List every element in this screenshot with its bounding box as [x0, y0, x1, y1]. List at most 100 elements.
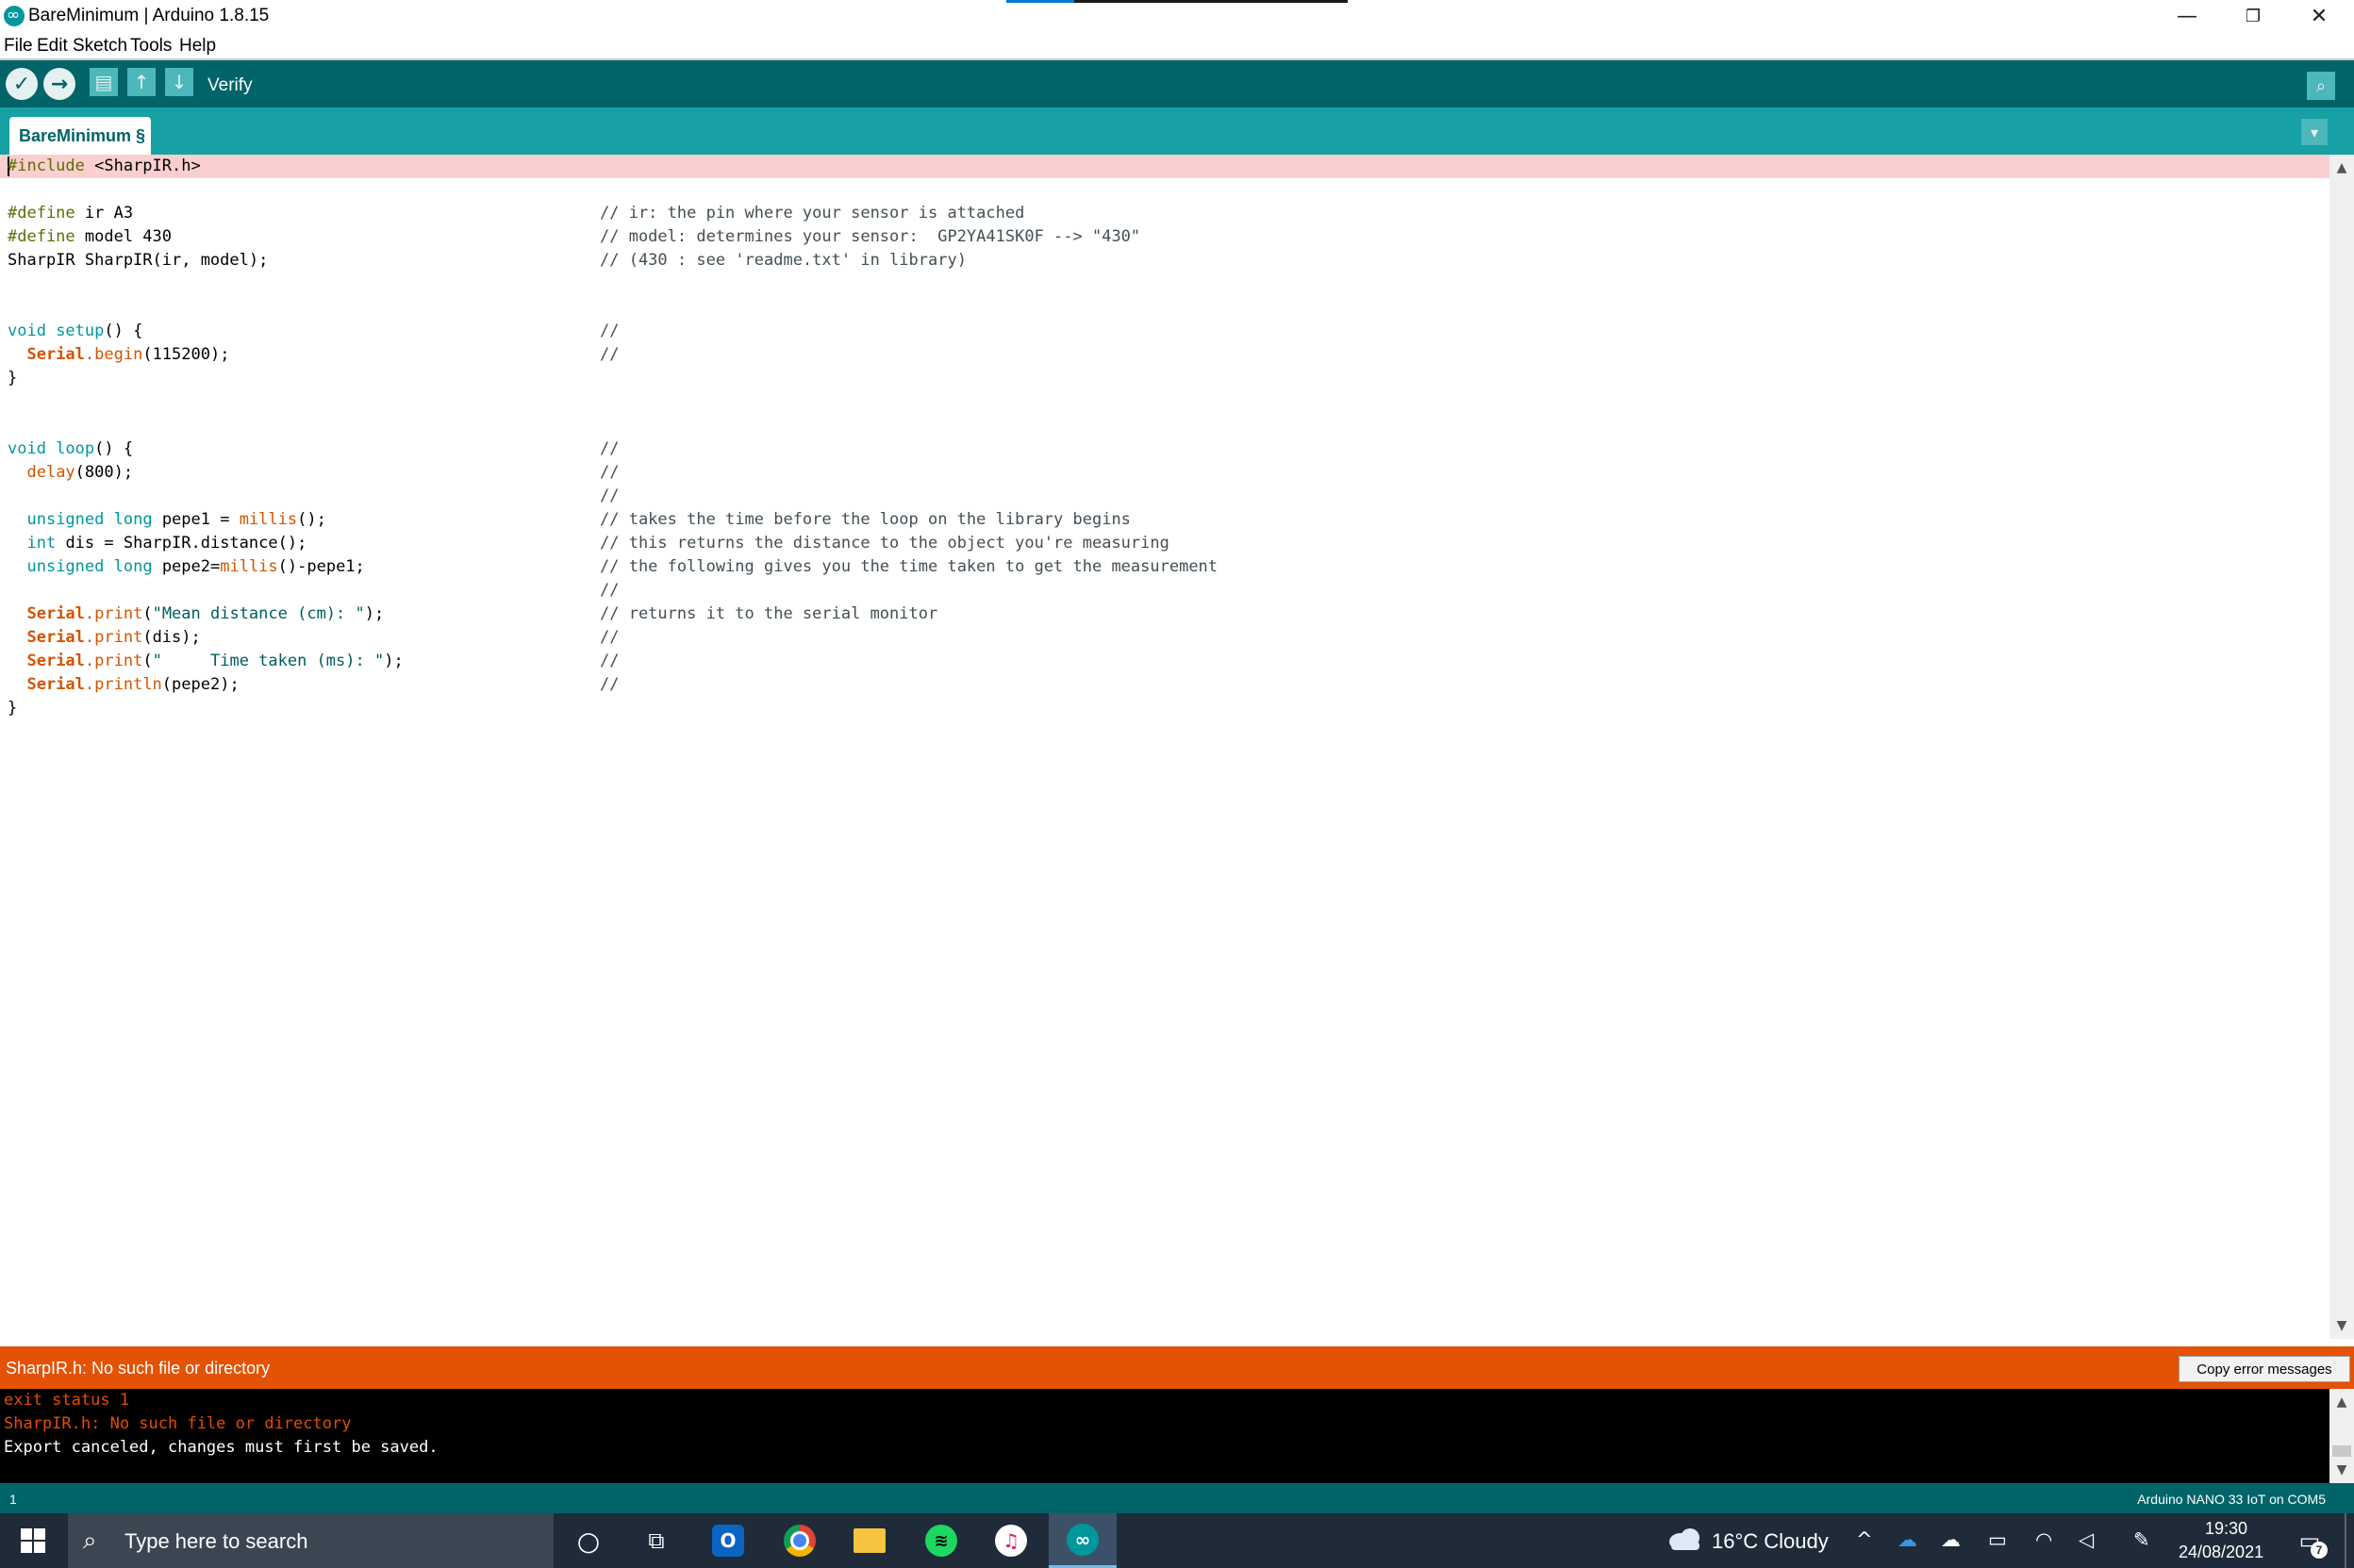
code-line-13: void loop() { — [8, 439, 134, 458]
copy-error-messages-button[interactable]: Copy error messages — [2179, 1356, 2350, 1382]
editor-scrollbar[interactable]: ▲ ▼ — [2329, 155, 2354, 1339]
menu-file[interactable]: File — [4, 36, 33, 57]
code-line-17: int dis = SharpIR.distance(); — [26, 534, 307, 553]
spotify-icon: ≋ — [925, 1525, 957, 1557]
taskbar-itunes[interactable]: ♫ — [977, 1513, 1045, 1568]
notification-count-badge: 7 — [2311, 1542, 2328, 1559]
taskbar-chrome[interactable] — [766, 1513, 834, 1568]
error-bar: SharpIR.h: No such file or directory Cop… — [0, 1346, 2354, 1389]
windows-taskbar: ⌕ Type here to search ○ ⧉ O ≋ ♫ ∞ 16°C C… — [0, 1513, 2354, 1568]
code-comment: // this returns the distance to the obje… — [600, 534, 1169, 553]
console-output[interactable]: exit status 1 SharpIR.h: No such file or… — [0, 1389, 2329, 1483]
title-progress-indicator — [1006, 0, 1074, 3]
scroll-down-icon[interactable]: ▼ — [2329, 1314, 2354, 1337]
code-comment: // — [600, 675, 620, 694]
onedrive-error-cloud-icon[interactable]: ☁ — [1941, 1528, 1961, 1551]
code-line-4: #define model 430 — [8, 227, 173, 246]
code-line-14: delay(800); — [26, 463, 134, 482]
taskbar-search-box[interactable]: ⌕ Type here to search — [68, 1513, 554, 1568]
outlook-icon: O — [712, 1525, 744, 1557]
window-title: BareMinimum | Arduino 1.8.15 — [28, 6, 270, 25]
cortana-circle-icon: ○ — [576, 1525, 601, 1557]
taskbar-arduino[interactable]: ∞ — [1049, 1513, 1117, 1568]
save-button[interactable]: ↓ — [165, 68, 193, 96]
code-editor[interactable]: #include <SharpIR.h> #define ir A3 // ir… — [0, 155, 2329, 1339]
code-comment: // takes the time before the loop on the… — [600, 510, 1131, 529]
pen-icon[interactable]: ✎ — [2133, 1528, 2150, 1551]
close-button[interactable]: ✕ — [2286, 0, 2352, 32]
menu-sketch[interactable]: Sketch — [73, 36, 127, 57]
file-icon: ▤ — [94, 71, 113, 93]
taskbar-file-explorer[interactable] — [836, 1513, 903, 1568]
menu-bar: File Edit Sketch Tools Help — [0, 32, 2354, 60]
toolbar-status-label: Verify — [207, 75, 253, 95]
onedrive-cloud-icon[interactable]: ☁ — [1898, 1528, 1917, 1551]
show-hidden-icons-chevron-icon[interactable]: ^ — [1856, 1528, 1873, 1551]
wifi-icon[interactable]: ◠ — [2035, 1528, 2052, 1551]
restore-button[interactable]: ❐ — [2220, 0, 2286, 32]
weather-label[interactable]: 16°C Cloudy — [1712, 1529, 1829, 1554]
console-line: Export canceled, changes must first be s… — [4, 1438, 439, 1457]
taskbar-spotify[interactable]: ≋ — [907, 1513, 975, 1568]
task-view-button[interactable]: ⧉ — [622, 1513, 690, 1568]
console-scrollbar[interactable]: ▲ ▼ — [2329, 1389, 2354, 1483]
tab-menu-button[interactable]: ▾ — [2301, 119, 2328, 145]
code-comment: // — [600, 628, 620, 647]
error-line-highlight — [0, 155, 2329, 178]
windows-logo-icon — [21, 1528, 45, 1553]
code-comment: // (430 : see 'readme.txt' in library) — [600, 251, 967, 270]
task-view-icon: ⧉ — [648, 1527, 665, 1554]
board-port-label: Arduino NANO 33 IoT on COM5 — [2137, 1492, 2326, 1507]
code-line-3: #define ir A3 — [8, 204, 134, 223]
folder-icon — [854, 1528, 886, 1553]
menu-tools[interactable]: Tools — [130, 36, 172, 57]
scroll-up-icon[interactable]: ▲ — [2329, 157, 2354, 179]
tab-label: BareMinimum § — [19, 126, 146, 145]
title-progress-track — [1074, 0, 1348, 3]
cloud-icon — [1669, 1528, 1699, 1550]
clock-date[interactable]: 24/08/2021 — [2179, 1543, 2263, 1562]
code-line-21: Serial.print(dis); — [26, 628, 201, 647]
title-bar: BareMinimum | Arduino 1.8.15 — ❐ ✕ — [0, 0, 2354, 32]
code-comment: // model: determines your sensor: GP2YA4… — [600, 227, 1141, 246]
search-icon: ⌕ — [83, 1527, 97, 1555]
volume-icon[interactable]: ◁ — [2079, 1528, 2094, 1551]
code-comment: // — [600, 487, 620, 505]
cortana-button[interactable]: ○ — [555, 1513, 622, 1568]
minimize-button[interactable]: — — [2154, 0, 2220, 32]
new-sketch-button[interactable]: ▤ — [90, 68, 118, 96]
code-line-9: Serial.begin(115200); — [26, 345, 230, 364]
menu-help[interactable]: Help — [179, 36, 216, 57]
open-button[interactable]: ↑ — [127, 68, 156, 96]
clock-time[interactable]: 19:30 — [2205, 1519, 2247, 1539]
scroll-thumb[interactable] — [2332, 1445, 2351, 1457]
code-line-16: unsigned long pepe1 = millis(); — [26, 510, 326, 529]
upload-button[interactable]: → — [43, 68, 75, 100]
code-line-8: void setup() { — [8, 322, 143, 340]
code-comment: // — [600, 345, 620, 364]
chrome-icon — [784, 1525, 816, 1557]
menu-edit[interactable]: Edit — [37, 36, 68, 57]
verify-button[interactable]: ✓ — [6, 68, 38, 100]
code-line-22: Serial.print(" Time taken (ms): "); — [26, 652, 404, 670]
code-comment: // — [600, 463, 620, 482]
code-comment: // — [600, 581, 620, 600]
code-line-1: #include <SharpIR.h> — [8, 157, 201, 175]
code-comment: // — [600, 652, 620, 670]
arduino-icon: ∞ — [1067, 1523, 1099, 1556]
battery-icon[interactable]: ▭ — [1988, 1528, 2007, 1551]
search-placeholder: Type here to search — [124, 1529, 308, 1553]
serial-monitor-button[interactable]: ⌕ — [2307, 72, 2335, 100]
line-number: 1 — [9, 1492, 17, 1507]
show-desktop-button[interactable] — [2345, 1513, 2346, 1568]
taskbar-outlook[interactable]: O — [694, 1513, 762, 1568]
code-comment: // — [600, 439, 620, 458]
toolbar: ✓ → ▤ ↑ ↓ Verify — [0, 60, 2354, 107]
code-line-5: SharpIR SharpIR(ir, model); — [8, 251, 269, 270]
start-button[interactable] — [0, 1513, 66, 1568]
music-note-icon: ♫ — [995, 1525, 1027, 1557]
scroll-down-icon[interactable]: ▼ — [2329, 1459, 2354, 1481]
scroll-up-icon[interactable]: ▲ — [2329, 1391, 2354, 1413]
error-message: SharpIR.h: No such file or directory — [6, 1359, 271, 1378]
code-line-18: unsigned long pepe2=millis()-pepe1; — [26, 557, 365, 576]
